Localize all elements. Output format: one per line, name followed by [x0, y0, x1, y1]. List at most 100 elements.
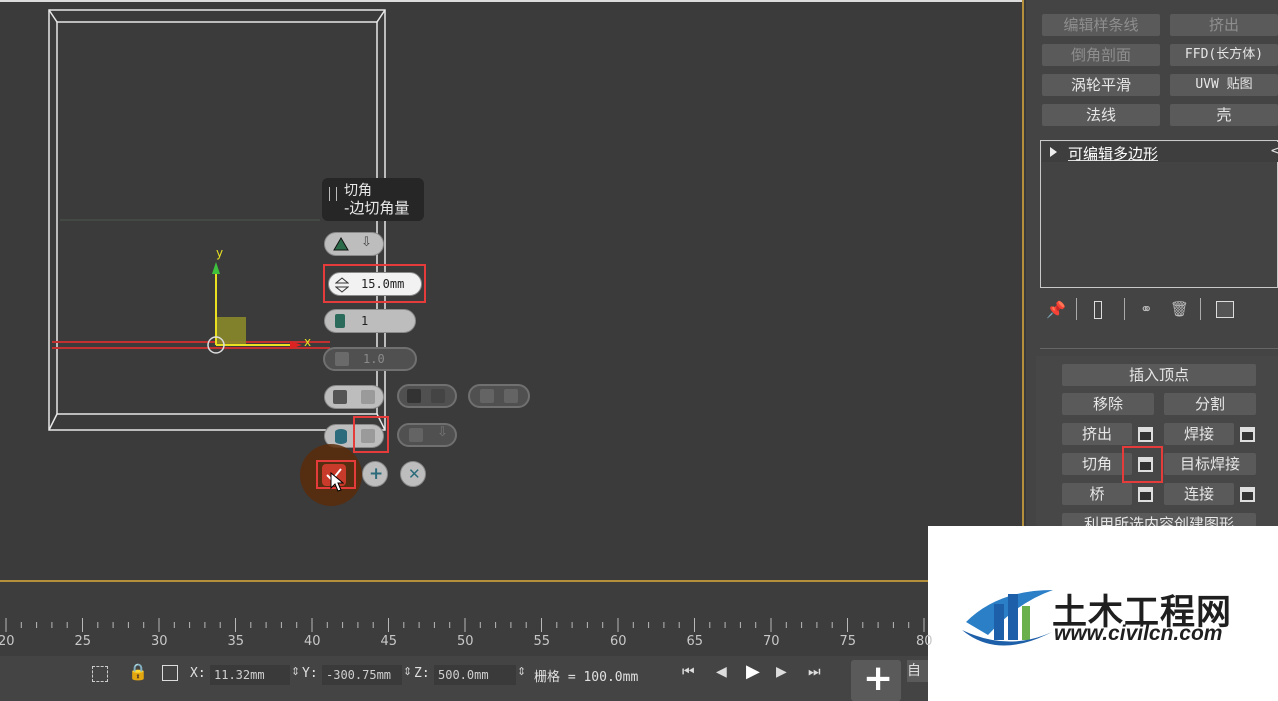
- chamfer-caddy-title[interactable]: 切角 -边切角量: [322, 178, 424, 221]
- ruler-label: 70: [763, 634, 780, 649]
- insert-vertex-button[interactable]: 插入顶点: [1062, 364, 1256, 386]
- x-label: X:: [190, 666, 206, 681]
- weld-settings-icon[interactable]: [1240, 427, 1255, 442]
- show-end-result-icon[interactable]: [1094, 301, 1102, 319]
- extrude-settings-icon[interactable]: [1138, 427, 1153, 442]
- play-icon[interactable]: ▶: [746, 661, 760, 682]
- key-plus-icon: +: [863, 658, 894, 699]
- y-label: Y:: [302, 666, 318, 681]
- highlight-chamfer-settings: [1122, 446, 1163, 483]
- chamfer-tension-spinner[interactable]: 1.0: [323, 347, 417, 371]
- checkbox-icon[interactable]: [361, 390, 375, 404]
- invert-toggle[interactable]: [397, 384, 457, 408]
- ruler-label: 50: [457, 634, 474, 649]
- tension-value: 1.0: [363, 352, 385, 366]
- ruler-label: 25: [74, 634, 92, 649]
- viewport-scene: [48, 9, 386, 431]
- spinner-icon[interactable]: ⇕: [403, 665, 412, 678]
- tension-icon: [335, 352, 349, 366]
- transform-gizmo-plane: [216, 317, 246, 345]
- modifier-ffd-box-button[interactable]: FFD(长方体): [1170, 44, 1278, 66]
- modifier-shell-button[interactable]: 壳: [1170, 104, 1278, 126]
- ruler-label: 55: [533, 634, 551, 649]
- apply-button[interactable]: +: [362, 461, 388, 487]
- status-bar: 🔒 X: 11.32mm ⇕ Y: -300.75mm ⇕ Z: 500.0mm…: [0, 656, 928, 701]
- auto-key-button[interactable]: 自: [907, 660, 928, 682]
- absolute-mode-icon[interactable]: [162, 665, 178, 681]
- plus-icon: +: [369, 464, 384, 484]
- watermark-logo: [962, 590, 1053, 646]
- next-frame-icon[interactable]: ▶: [776, 664, 787, 680]
- viewport-border: [1022, 0, 1024, 582]
- grid-icon: [333, 390, 347, 404]
- stack-item-label: 可编辑多边形: [1068, 145, 1159, 163]
- grid-icon: [407, 389, 421, 403]
- segments-icon: [335, 314, 345, 328]
- open-chamfer-toggle[interactable]: [324, 385, 384, 409]
- edit-edges-rollout: 插入顶点 移除 分割 挤出 焊接 切角 目标焊接 桥 连接 利用所选内容创建图形: [1036, 356, 1278, 528]
- mouse-cursor-icon: [330, 472, 344, 492]
- previous-frame-icon[interactable]: ◀: [716, 664, 727, 680]
- modifier-uvw-map-button[interactable]: UVW 贴图: [1170, 74, 1278, 96]
- chamfer-segments-spinner[interactable]: 1: [324, 309, 416, 333]
- highlight-amount: [323, 264, 426, 303]
- stack-toolbar: 📌 ⚭ 🗑: [1040, 298, 1278, 324]
- lock-icon[interactable]: 🔒: [128, 662, 148, 681]
- z-coordinate-field[interactable]: 500.0mm: [434, 665, 516, 685]
- trash-icon[interactable]: 🗑: [1170, 300, 1189, 318]
- collapse-arrow-icon[interactable]: <: [1270, 143, 1278, 159]
- make-unique-icon[interactable]: ⚭: [1140, 300, 1153, 318]
- cancel-button[interactable]: ✕: [400, 461, 426, 487]
- modifier-turbosmooth-button[interactable]: 涡轮平滑: [1042, 74, 1160, 96]
- modifier-extrude-button[interactable]: 挤出: [1170, 14, 1278, 36]
- target-weld-button[interactable]: 目标焊接: [1164, 453, 1256, 475]
- y-coordinate-field[interactable]: -300.75mm: [322, 665, 402, 685]
- selection-icon[interactable]: [92, 666, 108, 682]
- grid-size-label: 栅格 = 100.0mm: [534, 670, 639, 685]
- bridge-button[interactable]: 桥: [1062, 483, 1132, 505]
- modifier-stack-list[interactable]: 可编辑多边形 <: [1040, 140, 1278, 288]
- connect-button[interactable]: 连接: [1164, 483, 1234, 505]
- ruler-label: 65: [686, 634, 704, 649]
- rollout-divider: [1040, 348, 1278, 349]
- caddy-subtitle-text: -边切角量: [344, 199, 410, 217]
- extrude-button[interactable]: 挤出: [1062, 423, 1132, 445]
- close-icon: ✕: [408, 465, 421, 483]
- pencil-icon: [504, 389, 518, 403]
- pin-stack-icon[interactable]: 📌: [1046, 300, 1066, 319]
- stack-item-editable-poly[interactable]: 可编辑多边形 <: [1042, 142, 1278, 163]
- segments-value[interactable]: 1: [361, 314, 368, 328]
- smooth-toggle: [468, 384, 530, 408]
- set-key-button[interactable]: +: [851, 658, 901, 701]
- spinner-icon[interactable]: ⇕: [291, 665, 300, 678]
- weld-button[interactable]: 焊接: [1164, 423, 1234, 445]
- perspective-viewport[interactable]: y x: [0, 0, 1024, 580]
- expand-triangle-icon[interactable]: [1050, 147, 1057, 157]
- ruler-label: 35: [227, 634, 245, 649]
- modifier-edit-spline-button[interactable]: 编辑样条线: [1042, 14, 1160, 36]
- modifier-bevel-profile-button[interactable]: 倒角剖面: [1042, 44, 1160, 66]
- ruler-label: 60: [610, 634, 627, 649]
- go-to-end-icon[interactable]: ⏭: [808, 664, 821, 680]
- isoline-toggle: ⇩: [397, 423, 457, 447]
- spinner-icon[interactable]: ⇕: [517, 665, 526, 678]
- connect-settings-icon[interactable]: [1240, 487, 1255, 502]
- chamfer-type-icon: [333, 237, 349, 251]
- axis-x-label: x: [304, 335, 312, 349]
- x-coordinate-field[interactable]: 11.32mm: [210, 665, 290, 685]
- modifier-normal-button[interactable]: 法线: [1042, 104, 1160, 126]
- configure-sets-icon[interactable]: [1216, 301, 1234, 318]
- bridge-settings-icon[interactable]: [1138, 487, 1153, 502]
- checkbox-icon[interactable]: [431, 389, 445, 403]
- go-to-start-icon[interactable]: ⏮: [682, 664, 695, 680]
- chamfer-type-dropdown[interactable]: ⇩: [324, 232, 384, 256]
- cylinder-icon: [335, 429, 347, 444]
- chevron-down-icon: ⇩: [437, 425, 448, 440]
- isoline-icon: [409, 428, 423, 442]
- ruler-label: 20: [0, 634, 15, 649]
- caddy-grip-handle[interactable]: [329, 187, 337, 201]
- highlight-quad-checkbox: [353, 416, 389, 453]
- split-button[interactable]: 分割: [1164, 393, 1256, 415]
- smooth-icon: [480, 389, 494, 403]
- remove-button[interactable]: 移除: [1062, 393, 1154, 415]
